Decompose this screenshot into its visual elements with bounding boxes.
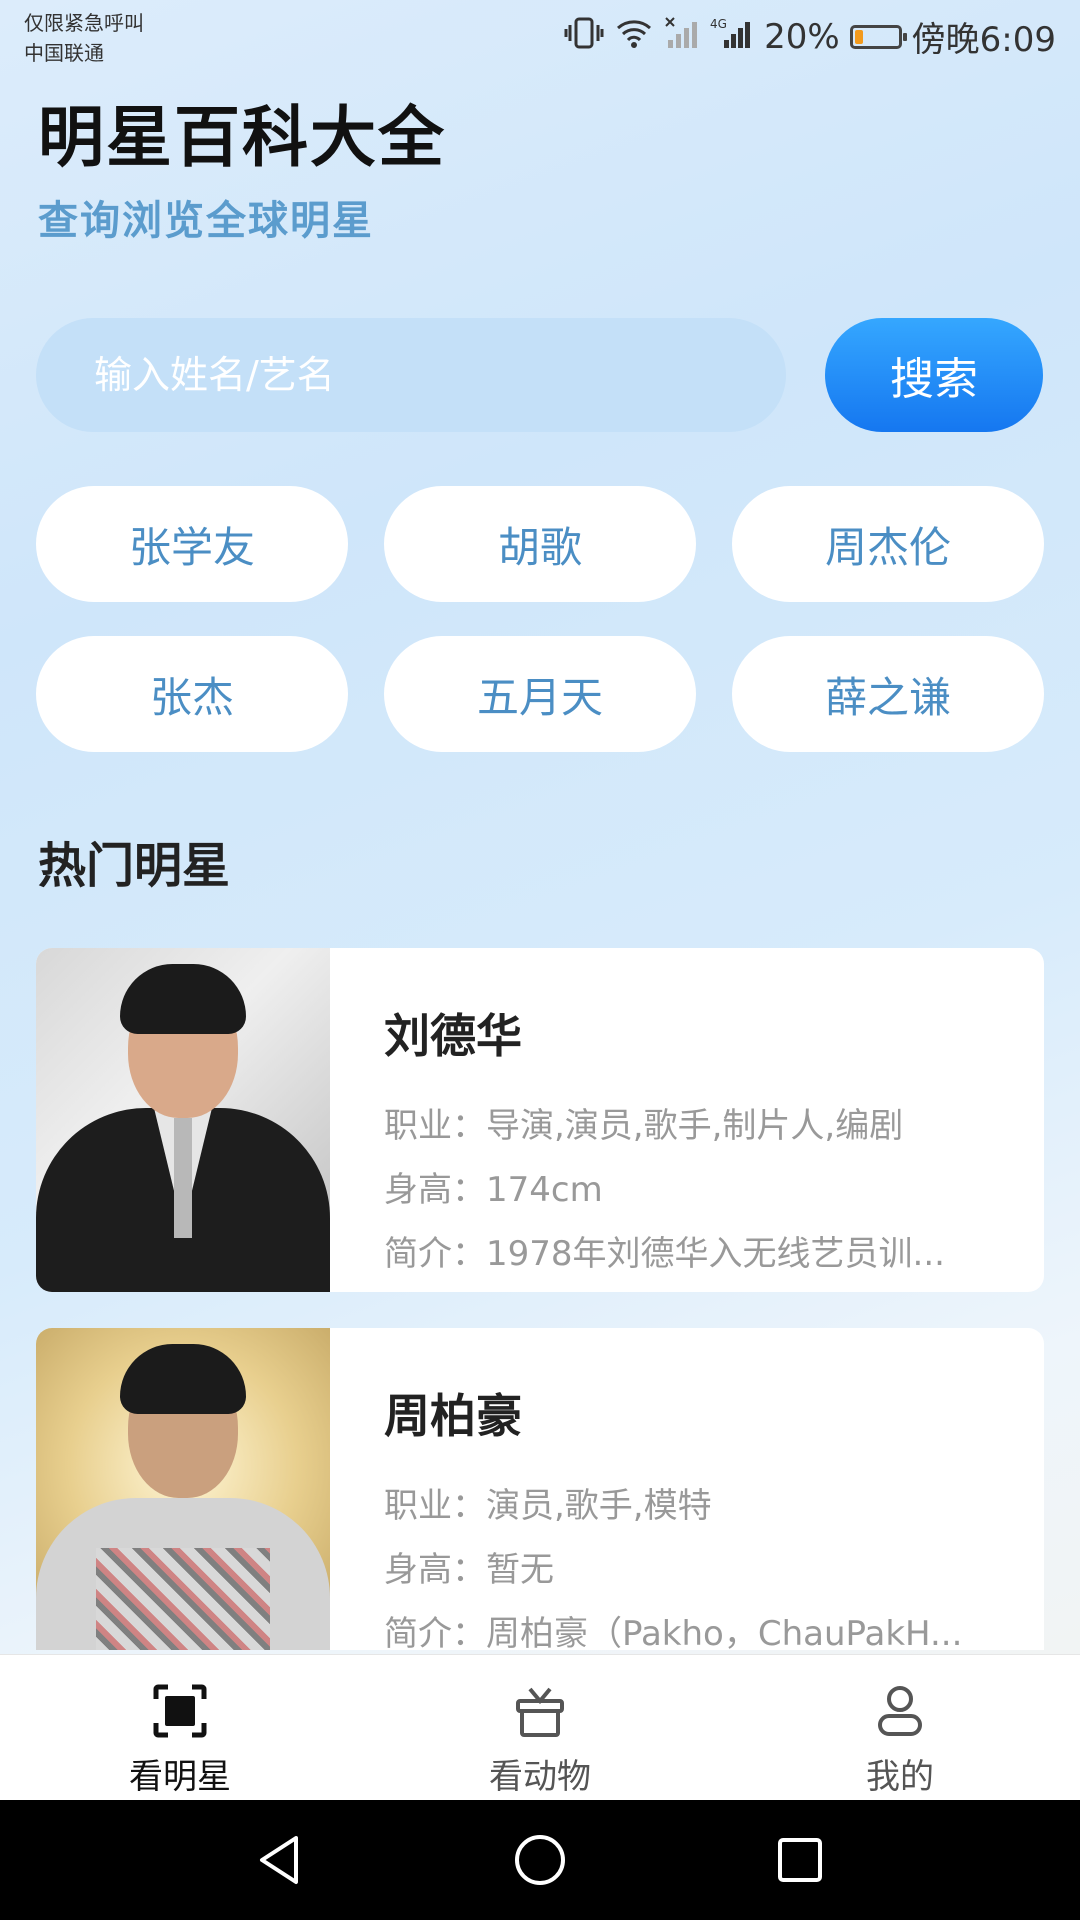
- carrier-info: 仅限紧急呼叫 中国联通: [24, 8, 144, 68]
- network-type-label: 4G: [710, 17, 727, 31]
- section-title: 热门明星: [38, 838, 231, 894]
- back-icon[interactable]: [250, 1830, 310, 1890]
- star-card[interactable]: 周柏豪 职业：演员,歌手,模特 身高：暂无 简介：周柏豪（Pakho，ChauP…: [36, 1328, 1044, 1650]
- tag-chip[interactable]: 周杰伦: [732, 486, 1044, 602]
- nav-item-stars[interactable]: 看明星: [0, 1655, 360, 1801]
- tag-chip[interactable]: 薛之谦: [732, 636, 1044, 752]
- nav-item-mine[interactable]: 我的: [720, 1655, 1080, 1801]
- wifi-icon: [614, 16, 654, 58]
- star-info: 刘德华 职业：导演,演员,歌手,制片人,编剧 身高：174cm 简介：1978年…: [330, 948, 1044, 1292]
- status-bar: 仅限紧急呼叫 中国联通 4G 20% 傍晚6:09: [0, 0, 1080, 70]
- star-photo: [36, 948, 330, 1292]
- battery-percent: 20%: [764, 16, 840, 57]
- star-intro: 简介：周柏豪（Pakho，ChauPakH...: [384, 1614, 963, 1650]
- star-name: 周柏豪: [384, 1389, 522, 1443]
- status-indicators: 4G 20% 傍晚6:09: [564, 12, 1056, 61]
- tag-chip[interactable]: 张学友: [36, 486, 348, 602]
- star-photo: [36, 1328, 330, 1650]
- star-list[interactable]: 刘德华 职业：导演,演员,歌手,制片人,编剧 身高：174cm 简介：1978年…: [36, 948, 1044, 1650]
- star-height: 身高：174cm: [384, 1170, 603, 1210]
- battery-level: [854, 29, 863, 44]
- tag-chip[interactable]: 五月天: [384, 636, 696, 752]
- tag-chip[interactable]: 胡歌: [384, 486, 696, 602]
- nav-label: 看明星: [129, 1757, 231, 1797]
- system-navigation-bar: [0, 1800, 1080, 1920]
- bottom-nav: 看明星 看动物 我的: [0, 1654, 1080, 1801]
- star-height: 身高：暂无: [384, 1550, 554, 1590]
- star-info: 周柏豪 职业：演员,歌手,模特 身高：暂无 简介：周柏豪（Pakho，ChauP…: [330, 1328, 1044, 1650]
- home-icon[interactable]: [510, 1830, 570, 1890]
- star-occupation: 职业：导演,演员,歌手,制片人,编剧: [384, 1106, 904, 1146]
- nav-label: 看动物: [489, 1757, 591, 1797]
- person-icon: [870, 1681, 930, 1741]
- signal-4g-icon: 4G: [710, 16, 754, 58]
- nav-item-animals[interactable]: 看动物: [360, 1655, 720, 1801]
- clock: 傍晚6:09: [911, 20, 1056, 60]
- search-button[interactable]: 搜索: [825, 318, 1043, 432]
- emergency-calls-only-text: 仅限紧急呼叫: [24, 11, 144, 35]
- hot-search-tags: 张学友 胡歌 周杰伦 张杰 五月天 薛之谦: [36, 486, 1044, 752]
- star-name: 刘德华: [384, 1009, 522, 1063]
- app-title: 明星百科大全: [38, 99, 446, 176]
- scan-icon: [150, 1681, 210, 1741]
- signal-no-sim-icon: [664, 16, 700, 58]
- recents-icon[interactable]: [770, 1830, 830, 1890]
- nav-label: 我的: [866, 1757, 934, 1797]
- vibrate-icon: [564, 16, 604, 58]
- battery-icon: [849, 24, 907, 49]
- carrier-name: 中国联通: [24, 41, 104, 65]
- star-occupation: 职业：演员,歌手,模特: [384, 1486, 712, 1526]
- tag-chip[interactable]: 张杰: [36, 636, 348, 752]
- search-input[interactable]: [36, 318, 786, 432]
- star-card[interactable]: 刘德华 职业：导演,演员,歌手,制片人,编剧 身高：174cm 简介：1978年…: [36, 948, 1044, 1292]
- app-subtitle: 查询浏览全球明星: [38, 198, 374, 244]
- star-intro: 简介：1978年刘德华入无线艺员训...: [384, 1234, 945, 1274]
- gift-box-icon: [510, 1681, 570, 1741]
